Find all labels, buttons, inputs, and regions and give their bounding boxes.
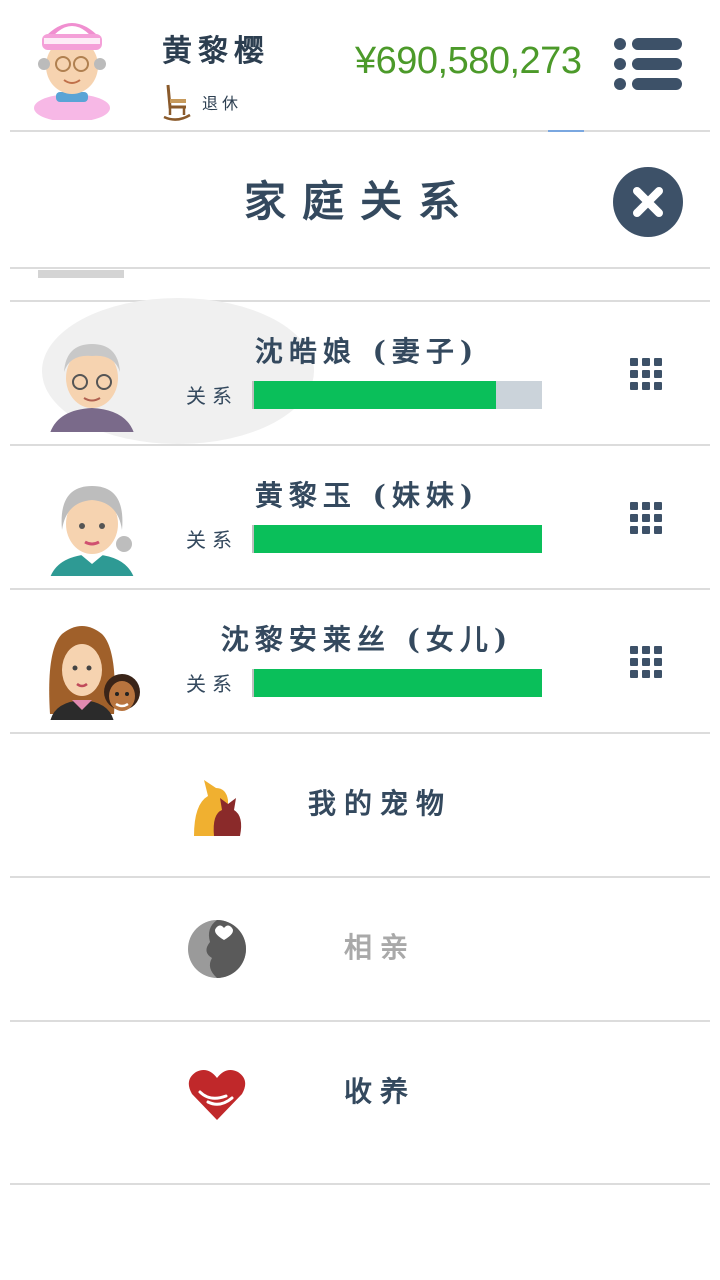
- header-divider: [10, 130, 710, 132]
- family-member-row[interactable]: 沈皓娘 (妻子) 关系: [12, 298, 708, 444]
- player-avatar[interactable]: [26, 8, 118, 120]
- close-icon: [633, 187, 663, 217]
- hamburger-menu-icon[interactable]: [612, 36, 684, 92]
- member-name: 沈皓娘 (妻子): [254, 335, 480, 368]
- member-avatar: [50, 344, 134, 432]
- grid-menu-icon[interactable]: [630, 646, 664, 680]
- bottom-divider: [10, 1183, 710, 1185]
- family-member-row[interactable]: 沈黎安莱丝 (女儿) 关系: [12, 590, 708, 732]
- my-pets-button[interactable]: 我的宠物: [12, 734, 708, 876]
- grid-menu-icon[interactable]: [630, 358, 664, 392]
- member-avatar: [49, 626, 140, 720]
- member-name: 黄黎玉 (妹妹): [254, 479, 480, 512]
- player-name: 黄黎樱: [162, 34, 270, 69]
- dating-button: 相亲: [12, 878, 708, 1020]
- status-row: 退休: [162, 82, 242, 122]
- tab-indicator: [548, 130, 584, 132]
- relation-label: 关系: [186, 528, 238, 552]
- relation-bar-fill: [254, 669, 542, 697]
- page-title: 家庭关系: [243, 177, 476, 226]
- relation-bar: [252, 381, 542, 409]
- member-name: 沈黎安莱丝 (女儿): [220, 623, 514, 656]
- member-avatar: [50, 486, 134, 576]
- rocking-chair-icon: [163, 84, 191, 121]
- money-display: ¥690,580,273: [355, 40, 582, 82]
- my-pets-label: 我的宠物: [307, 787, 452, 820]
- top-header: 黄黎樱 退休 ¥690,580,273: [0, 0, 720, 130]
- relation-label: 关系: [186, 672, 238, 696]
- status-label: 退休: [202, 94, 243, 113]
- family-member-row[interactable]: 黄黎玉 (妹妹) 关系: [12, 446, 708, 588]
- relation-bar: [252, 525, 542, 553]
- adopt-button[interactable]: 收养: [12, 1022, 708, 1164]
- relation-bar-fill: [254, 525, 542, 553]
- adopt-heart-icon: [188, 1070, 246, 1120]
- title-divider: [10, 267, 710, 269]
- dating-icon: [188, 920, 246, 978]
- dating-label: 相亲: [343, 931, 416, 964]
- pet-icon: [194, 780, 242, 836]
- close-button[interactable]: [613, 167, 683, 237]
- relation-bar: [252, 669, 542, 697]
- grid-menu-icon[interactable]: [630, 502, 664, 536]
- adopt-label: 收养: [343, 1075, 416, 1108]
- relation-bar-fill: [254, 381, 496, 409]
- relation-label: 关系: [186, 384, 238, 408]
- scroll-indicator: [38, 270, 124, 278]
